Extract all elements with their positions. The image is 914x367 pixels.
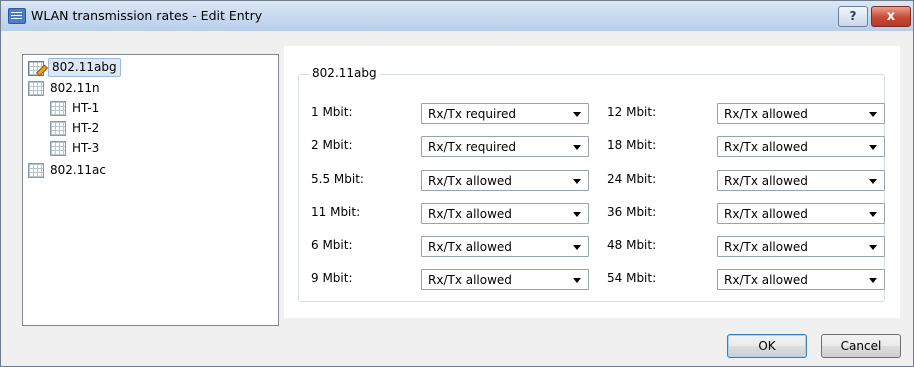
rate-select-1-mbit[interactable]: Rx/Tx required bbox=[421, 103, 589, 124]
chevron-down-icon bbox=[869, 145, 877, 150]
chevron-down-icon bbox=[869, 212, 877, 217]
rate-label-48-mbit: 48 Mbit: bbox=[607, 238, 657, 252]
rate-select-5-5-mbit[interactable]: Rx/Tx allowed bbox=[421, 170, 589, 191]
select-value: Rx/Tx required bbox=[428, 140, 517, 154]
table-icon bbox=[28, 81, 44, 96]
rate-select-24-mbit[interactable]: Rx/Tx allowed bbox=[717, 170, 885, 191]
chevron-down-icon bbox=[573, 245, 581, 250]
table-icon bbox=[50, 141, 66, 156]
rate-select-18-mbit[interactable]: Rx/Tx allowed bbox=[717, 136, 885, 157]
title-bar: WLAN transmission rates - Edit Entry ? x bbox=[1, 1, 913, 31]
rate-select-54-mbit[interactable]: Rx/Tx allowed bbox=[717, 269, 885, 290]
select-value: Rx/Tx allowed bbox=[724, 140, 808, 154]
settings-panel: 802.11abg 1 Mbit: Rx/Tx required 2 Mbit:… bbox=[284, 46, 900, 318]
select-value: Rx/Tx allowed bbox=[724, 207, 808, 221]
table-icon bbox=[28, 163, 44, 178]
chevron-down-icon bbox=[869, 278, 877, 283]
tree-item-label: HT-1 bbox=[72, 101, 100, 115]
chevron-down-icon bbox=[573, 179, 581, 184]
rate-label-5-5-mbit: 5.5 Mbit: bbox=[311, 172, 364, 186]
chevron-down-icon bbox=[573, 212, 581, 217]
tree-item-label: 802.11ac bbox=[50, 163, 106, 177]
ok-button[interactable]: OK bbox=[727, 334, 807, 358]
rate-select-11-mbit[interactable]: Rx/Tx allowed bbox=[421, 203, 589, 224]
rate-label-18-mbit: 18 Mbit: bbox=[607, 138, 657, 152]
rate-label-54-mbit: 54 Mbit: bbox=[607, 271, 657, 285]
rate-label-24-mbit: 24 Mbit: bbox=[607, 172, 657, 186]
rate-select-36-mbit[interactable]: Rx/Tx allowed bbox=[717, 203, 885, 224]
chevron-down-icon bbox=[573, 112, 581, 117]
rate-select-6-mbit[interactable]: Rx/Tx allowed bbox=[421, 236, 589, 257]
tree-view[interactable]: 802.11abg 802.11n HT-1 HT-2 HT-3 802.11a… bbox=[22, 54, 279, 326]
rate-label-6-mbit: 6 Mbit: bbox=[311, 238, 353, 252]
cancel-button[interactable]: Cancel bbox=[821, 334, 901, 358]
rate-label-9-mbit: 9 Mbit: bbox=[311, 271, 353, 285]
help-button[interactable]: ? bbox=[838, 6, 868, 27]
select-value: Rx/Tx allowed bbox=[428, 240, 512, 254]
rate-select-48-mbit[interactable]: Rx/Tx allowed bbox=[717, 236, 885, 257]
tree-item-label: 802.11n bbox=[50, 81, 100, 95]
select-value: Rx/Tx allowed bbox=[428, 174, 512, 188]
dialog-window: WLAN transmission rates - Edit Entry ? x… bbox=[0, 0, 914, 367]
rate-label-1-mbit: 1 Mbit: bbox=[311, 105, 353, 119]
window-app-icon bbox=[8, 8, 26, 24]
rates-group: 802.11abg 1 Mbit: Rx/Tx required 2 Mbit:… bbox=[298, 66, 885, 302]
select-value: Rx/Tx required bbox=[428, 107, 517, 121]
rate-select-9-mbit[interactable]: Rx/Tx allowed bbox=[421, 269, 589, 290]
select-value: Rx/Tx allowed bbox=[724, 273, 808, 287]
chevron-down-icon bbox=[869, 112, 877, 117]
rate-label-36-mbit: 36 Mbit: bbox=[607, 205, 657, 219]
tree-item-label: HT-2 bbox=[72, 121, 100, 135]
select-value: Rx/Tx allowed bbox=[724, 107, 808, 121]
close-button[interactable]: x bbox=[871, 6, 911, 27]
table-icon bbox=[50, 101, 66, 116]
rate-select-12-mbit[interactable]: Rx/Tx allowed bbox=[717, 103, 885, 124]
rate-label-11-mbit: 11 Mbit: bbox=[311, 205, 361, 219]
select-value: Rx/Tx allowed bbox=[724, 240, 808, 254]
edit-table-icon bbox=[28, 61, 49, 77]
chevron-down-icon bbox=[573, 145, 581, 150]
tree-item-label: HT-3 bbox=[72, 141, 100, 155]
chevron-down-icon bbox=[573, 278, 581, 283]
window-title: WLAN transmission rates - Edit Entry bbox=[31, 8, 263, 23]
rate-select-2-mbit[interactable]: Rx/Tx required bbox=[421, 136, 589, 157]
table-icon bbox=[50, 121, 66, 136]
chevron-down-icon bbox=[869, 245, 877, 250]
tree-item-label: 802.11abg bbox=[48, 58, 121, 77]
select-value: Rx/Tx allowed bbox=[428, 207, 512, 221]
rate-label-2-mbit: 2 Mbit: bbox=[311, 138, 353, 152]
group-title: 802.11abg bbox=[309, 66, 380, 80]
chevron-down-icon bbox=[869, 179, 877, 184]
select-value: Rx/Tx allowed bbox=[724, 174, 808, 188]
select-value: Rx/Tx allowed bbox=[428, 273, 512, 287]
rate-label-12-mbit: 12 Mbit: bbox=[607, 105, 657, 119]
